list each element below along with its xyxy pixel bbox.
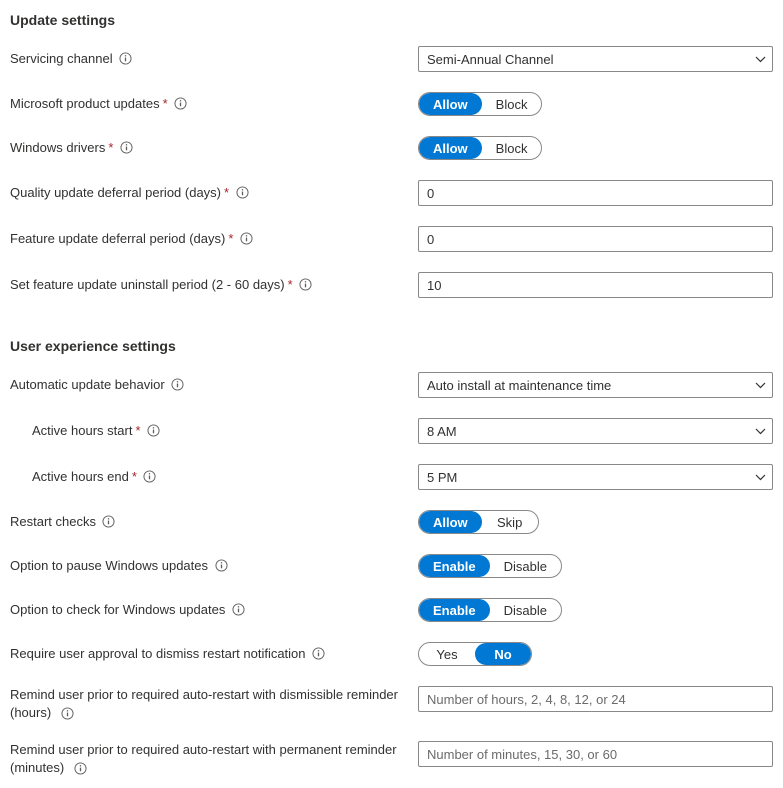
check-updates-label: Option to check for Windows updates [10, 601, 225, 619]
info-icon[interactable] [171, 378, 185, 392]
info-icon[interactable] [61, 706, 75, 720]
chevron-down-icon [754, 471, 766, 483]
windows-drivers-block[interactable]: Block [482, 137, 542, 159]
check-updates-enable[interactable]: Enable [419, 599, 490, 621]
required-marker: * [135, 422, 140, 440]
pause-updates-toggle[interactable]: Enable Disable [418, 554, 562, 578]
pause-updates-enable[interactable]: Enable [419, 555, 490, 577]
restart-checks-label: Restart checks [10, 513, 96, 531]
info-icon[interactable] [147, 424, 161, 438]
remind-minutes-label: Remind user prior to required auto-resta… [10, 742, 397, 775]
info-icon[interactable] [119, 141, 133, 155]
active-end-value: 5 PM [427, 470, 457, 485]
pause-updates-label: Option to pause Windows updates [10, 557, 208, 575]
ms-product-updates-allow[interactable]: Allow [419, 93, 482, 115]
auto-behavior-value: Auto install at maintenance time [427, 378, 611, 393]
quality-deferral-input[interactable] [418, 180, 773, 206]
active-start-value: 8 AM [427, 424, 457, 439]
ms-product-updates-block[interactable]: Block [482, 93, 542, 115]
servicing-channel-label: Servicing channel [10, 50, 113, 68]
windows-drivers-toggle[interactable]: Allow Block [418, 136, 542, 160]
active-end-label: Active hours end [32, 468, 129, 486]
require-approval-yes[interactable]: Yes [419, 643, 475, 665]
remind-hours-input[interactable] [418, 686, 773, 712]
section-title-update: Update settings [10, 8, 773, 28]
info-icon[interactable] [299, 278, 313, 292]
require-approval-label: Require user approval to dismiss restart… [10, 645, 306, 663]
pause-updates-disable[interactable]: Disable [490, 555, 561, 577]
required-marker: * [163, 95, 168, 113]
info-icon[interactable] [74, 761, 88, 775]
uninstall-period-input[interactable] [418, 272, 773, 298]
quality-deferral-label: Quality update deferral period (days) [10, 184, 221, 202]
info-icon[interactable] [231, 603, 245, 617]
require-approval-no[interactable]: No [475, 643, 531, 665]
chevron-down-icon [754, 53, 766, 65]
section-title-ux: User experience settings [10, 334, 773, 354]
chevron-down-icon [754, 425, 766, 437]
required-marker: * [228, 230, 233, 248]
info-icon[interactable] [239, 232, 253, 246]
ms-product-updates-toggle[interactable]: Allow Block [418, 92, 542, 116]
required-marker: * [224, 184, 229, 202]
info-icon[interactable] [119, 52, 133, 66]
uninstall-period-label: Set feature update uninstall period (2 -… [10, 276, 285, 294]
servicing-channel-value: Semi-Annual Channel [427, 52, 553, 67]
restart-checks-skip[interactable]: Skip [482, 511, 538, 533]
active-end-select[interactable]: 5 PM [418, 464, 773, 490]
active-start-select[interactable]: 8 AM [418, 418, 773, 444]
check-updates-disable[interactable]: Disable [490, 599, 561, 621]
restart-checks-allow[interactable]: Allow [419, 511, 482, 533]
info-icon[interactable] [235, 186, 249, 200]
restart-checks-toggle[interactable]: Allow Skip [418, 510, 539, 534]
chevron-down-icon [754, 379, 766, 391]
auto-behavior-select[interactable]: Auto install at maintenance time [418, 372, 773, 398]
ms-product-updates-label: Microsoft product updates [10, 95, 160, 113]
info-icon[interactable] [174, 97, 188, 111]
remind-minutes-input[interactable] [418, 741, 773, 767]
required-marker: * [108, 139, 113, 157]
windows-drivers-label: Windows drivers [10, 139, 105, 157]
servicing-channel-select[interactable]: Semi-Annual Channel [418, 46, 773, 72]
active-start-label: Active hours start [32, 422, 132, 440]
auto-behavior-label: Automatic update behavior [10, 376, 165, 394]
info-icon[interactable] [102, 515, 116, 529]
check-updates-toggle[interactable]: Enable Disable [418, 598, 562, 622]
info-icon[interactable] [214, 559, 228, 573]
required-marker: * [288, 276, 293, 294]
windows-drivers-allow[interactable]: Allow [419, 137, 482, 159]
required-marker: * [132, 468, 137, 486]
feature-deferral-input[interactable] [418, 226, 773, 252]
info-icon[interactable] [312, 647, 326, 661]
info-icon[interactable] [143, 470, 157, 484]
require-approval-toggle[interactable]: Yes No [418, 642, 532, 666]
feature-deferral-label: Feature update deferral period (days) [10, 230, 225, 248]
